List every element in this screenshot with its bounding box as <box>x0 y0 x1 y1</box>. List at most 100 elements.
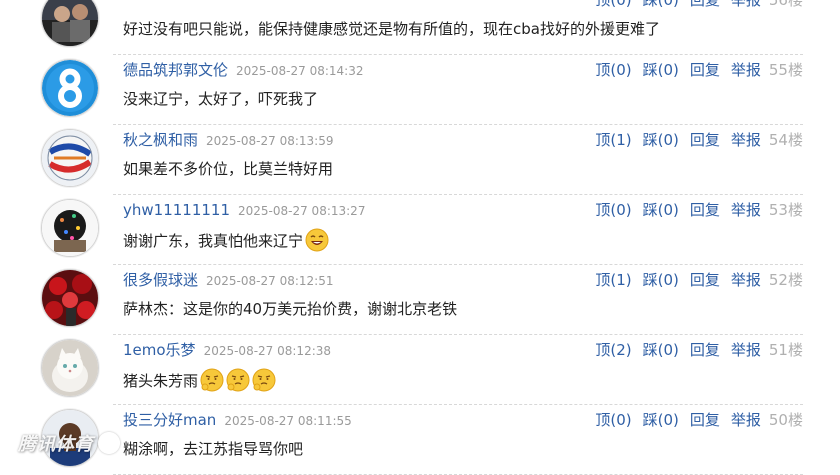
comment-timestamp: 2025-08-27 08:13:27 <box>238 204 366 218</box>
upvote-count: (0) <box>610 0 632 9</box>
comment-content: 谢谢广东，我真怕他来辽宁 <box>123 228 329 252</box>
comment-meta: 秋之枫和雨 2025-08-27 08:13:59 <box>123 130 333 150</box>
comment-item: 秋之枫和雨 2025-08-27 08:13:59 顶(1) 踩(0) 回复 举报 54楼如… <box>0 125 840 195</box>
reply-button[interactable]: 回复 <box>690 341 720 359</box>
downvote-count: (0) <box>657 0 679 9</box>
upvote-button[interactable]: 顶(1) <box>595 271 631 289</box>
avatar[interactable] <box>41 339 99 397</box>
upvote-label: 顶 <box>595 411 611 429</box>
downvote-button[interactable]: 踩(0) <box>643 61 679 79</box>
comment-meta: 很多假球迷 2025-08-27 08:12:51 <box>123 270 333 290</box>
floor-number: 52楼 <box>769 271 803 289</box>
avatar[interactable] <box>41 269 99 327</box>
comment-content: 没来辽宁，太好了，吓死我了 <box>123 88 318 110</box>
username-link[interactable]: 秋之枫和雨 <box>123 131 198 149</box>
avatar[interactable] <box>41 199 99 257</box>
upvote-button[interactable]: 顶(2) <box>595 341 631 359</box>
reply-button[interactable]: 回复 <box>690 0 720 9</box>
comment-text: 萨林杰：这是你的40万美元抬价费，谢谢北京老铁 <box>123 300 458 318</box>
floor-value: 55 <box>768 61 788 79</box>
floor-number: 55楼 <box>769 61 803 79</box>
downvote-button[interactable]: 踩(0) <box>643 271 679 289</box>
username-link[interactable]: 德品筑邦郭文伦 <box>123 61 228 79</box>
username-link[interactable]: 1emo乐梦 <box>123 341 196 359</box>
upvote-count: (0) <box>610 201 632 219</box>
comment-actions: 顶(0) 踩(0) 回复 举报 50楼 <box>595 410 803 430</box>
avatar[interactable] <box>41 0 99 47</box>
comment-timestamp: 2025-08-27 08:11:55 <box>224 414 352 428</box>
downvote-count: (0) <box>657 201 679 219</box>
comment-text: 如果差不多价位，比莫兰特好用 <box>123 160 334 178</box>
downvote-label: 踩 <box>642 201 658 219</box>
upvote-button[interactable]: 顶(1) <box>595 131 631 149</box>
upvote-count: (2) <box>610 341 632 359</box>
comment-timestamp: 2025-08-27 08:12:38 <box>203 344 332 358</box>
laughing-emoji-icon <box>305 228 329 252</box>
comment-meta: 投三分好man 2025-08-27 08:11:55 <box>123 410 352 430</box>
reply-button[interactable]: 回复 <box>690 411 720 429</box>
downvote-label: 踩 <box>642 61 658 79</box>
downvote-button[interactable]: 踩(0) <box>643 411 679 429</box>
floor-suffix: 楼 <box>787 341 803 359</box>
upvote-label: 顶 <box>595 61 611 79</box>
comment-text: 谢谢广东，我真怕他来辽宁 <box>123 232 304 250</box>
report-button[interactable]: 举报 <box>731 271 761 289</box>
thinking-emoji-icon <box>226 368 250 392</box>
comment-actions: 顶(2) 踩(0) 回复 举报 51楼 <box>595 340 803 360</box>
floor-suffix: 楼 <box>787 201 803 219</box>
report-button[interactable]: 举报 <box>731 201 761 219</box>
downvote-button[interactable]: 踩(0) <box>643 201 679 219</box>
avatar[interactable] <box>41 59 99 117</box>
reply-button[interactable]: 回复 <box>690 271 720 289</box>
downvote-button[interactable]: 踩(0) <box>643 0 679 9</box>
report-button[interactable]: 举报 <box>731 131 761 149</box>
floor-value: 54 <box>768 131 788 149</box>
upvote-button[interactable]: 顶(0) <box>595 61 631 79</box>
floor-number: 53楼 <box>769 201 803 219</box>
comment-content: 萨林杰：这是你的40万美元抬价费，谢谢北京老铁 <box>123 298 457 320</box>
report-button[interactable]: 举报 <box>731 341 761 359</box>
reply-button[interactable]: 回复 <box>690 131 720 149</box>
comment-content: 如果差不多价位，比莫兰特好用 <box>123 158 333 180</box>
upvote-button[interactable]: 顶(0) <box>595 0 631 9</box>
comment-item: 很多假球迷 2025-08-27 08:12:51 顶(1) 踩(0) 回复 举报 52楼萨… <box>0 265 840 335</box>
comment-content: 好过没有吧只能说，能保持健康感觉还是物有所值的，现在cba找好的外援更难了 <box>123 18 660 40</box>
comment-actions: 顶(0) 踩(0) 回复 举报 53楼 <box>595 200 803 220</box>
upvote-label: 顶 <box>595 0 611 9</box>
downvote-count: (0) <box>657 411 679 429</box>
reply-button[interactable]: 回复 <box>690 201 720 219</box>
comment-item: 1emo乐梦 2025-08-27 08:12:38 顶(2) 踩(0) 回复 举报 51楼… <box>0 335 840 405</box>
thinking-emoji-icon <box>200 368 224 392</box>
report-button[interactable]: 举报 <box>731 61 761 79</box>
avatar[interactable] <box>41 129 99 187</box>
comment-timestamp: 2025-08-27 08:13:59 <box>206 134 334 148</box>
reply-button[interactable]: 回复 <box>690 61 720 79</box>
floor-value: 51 <box>768 341 788 359</box>
comment-timestamp: 2025-08-27 08:14:32 <box>236 64 364 78</box>
comment-text: 好过没有吧只能说，能保持健康感觉还是物有所值的，现在cba找好的外援更难了 <box>123 20 660 38</box>
username-link[interactable]: 很多假球迷 <box>123 271 198 289</box>
floor-suffix: 楼 <box>787 411 803 429</box>
comment-content: 糊涂啊，去江苏指导骂你吧 <box>123 438 303 460</box>
comment-actions: 顶(1) 踩(0) 回复 举报 54楼 <box>595 130 803 150</box>
upvote-button[interactable]: 顶(0) <box>595 411 631 429</box>
downvote-label: 踩 <box>642 341 658 359</box>
comment-meta: 1emo乐梦 2025-08-27 08:12:38 <box>123 340 331 360</box>
floor-suffix: 楼 <box>787 0 803 9</box>
report-button[interactable]: 举报 <box>731 0 761 9</box>
watermark-text: 腾讯体育 <box>18 434 94 455</box>
downvote-label: 踩 <box>642 411 658 429</box>
comment-actions: 顶(0) 踩(0) 回复 举报 55楼 <box>595 60 803 80</box>
username-link[interactable]: 投三分好man <box>123 411 216 429</box>
downvote-button[interactable]: 踩(0) <box>643 131 679 149</box>
report-button[interactable]: 举报 <box>731 411 761 429</box>
comment-item: 投三分好man 2025-08-27 08:11:55 顶(0) 踩(0) 回复 举报 50… <box>0 405 840 475</box>
thinking-emoji-icon <box>252 368 276 392</box>
downvote-count: (0) <box>657 341 679 359</box>
username-link[interactable]: yhw11111111 <box>123 201 230 219</box>
downvote-button[interactable]: 踩(0) <box>643 341 679 359</box>
comment-timestamp: 2025-08-27 08:12:51 <box>206 274 334 288</box>
upvote-button[interactable]: 顶(0) <box>595 201 631 219</box>
upvote-label: 顶 <box>595 201 611 219</box>
upvote-count: (1) <box>610 131 632 149</box>
